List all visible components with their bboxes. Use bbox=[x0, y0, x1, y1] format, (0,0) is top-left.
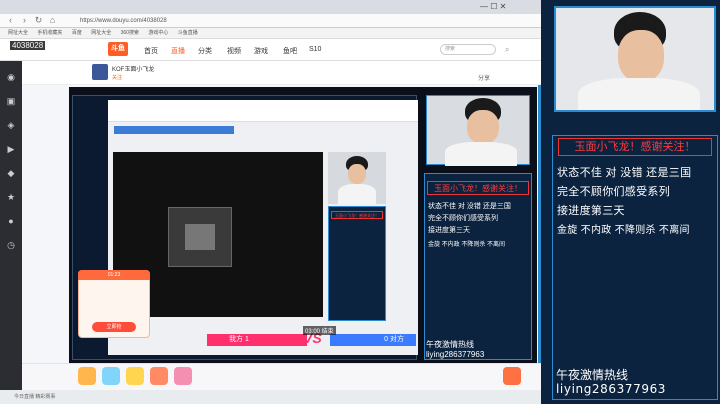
bookmark-item[interactable]: 网址大全 bbox=[91, 28, 111, 39]
share-button[interactable]: 分享 bbox=[478, 73, 490, 82]
overlay-chat-title: 玉面小飞龙！感谢关注！ bbox=[427, 181, 529, 195]
streamer-avatar[interactable] bbox=[92, 64, 108, 80]
gift-bar bbox=[22, 363, 541, 390]
overlay-chat-line: 接进度第三天 bbox=[428, 227, 470, 234]
hotline-label: 午夜激情热线 bbox=[556, 368, 629, 382]
bookmark-item[interactable]: 游戏中心 bbox=[148, 28, 168, 39]
left-sidebar: ◉ ▣ ◈ ▶ ◆ ★ ● ◷ bbox=[0, 61, 22, 394]
info-panel-title: 玉面小飞龙！感谢关注！ bbox=[558, 138, 712, 156]
nav-item-yuba[interactable]: 鱼吧 bbox=[283, 46, 297, 56]
search-input[interactable]: 搜索 bbox=[440, 44, 496, 55]
facecam-face bbox=[467, 110, 499, 144]
forward-icon[interactable]: › bbox=[20, 16, 29, 25]
overlay-hotline-id: liying286377963 bbox=[426, 350, 485, 359]
sidebar-fish-icon[interactable]: ◆ bbox=[3, 165, 19, 181]
room-id-label: 4038028 bbox=[10, 41, 46, 50]
gift-icon[interactable] bbox=[150, 367, 168, 385]
search-icon[interactable]: ⌕ bbox=[505, 45, 509, 55]
info-line: 状态不佳 对 没错 还是三国 bbox=[557, 167, 692, 179]
webcam-face bbox=[618, 30, 664, 82]
overlay-chat-line: 完全不顾你们感受系列 bbox=[428, 215, 498, 222]
window-controls[interactable]: — ☐ ✕ bbox=[480, 2, 506, 11]
main-webcam bbox=[554, 6, 716, 112]
info-line: 接进度第三天 bbox=[557, 205, 625, 217]
reload-icon[interactable]: ↻ bbox=[34, 16, 43, 25]
overlay-chat-line: 金旋 不内政 不降则杀 不离间 bbox=[428, 242, 506, 248]
captured-face bbox=[348, 164, 366, 184]
sidebar-user-icon[interactable]: ● bbox=[3, 213, 19, 229]
bookmark-item[interactable]: 360搜索 bbox=[121, 28, 139, 39]
nav-item-game[interactable]: 游戏 bbox=[254, 46, 268, 56]
bookmark-item[interactable]: 百度 bbox=[72, 28, 82, 39]
pk-timer: 03:00 结束 bbox=[303, 326, 336, 335]
captured-chat-title: 玉面小飞龙！感谢关注！ bbox=[331, 211, 383, 219]
pk-left-score: 我方 1 bbox=[207, 334, 307, 346]
hotline-id: liying286377963 bbox=[556, 382, 667, 396]
info-line: 完全不顾你们感受系列 bbox=[557, 186, 670, 198]
nav-item-s10[interactable]: S10 bbox=[309, 46, 321, 53]
overlay-hotline: 午夜激情热线 liying286377963 bbox=[426, 340, 484, 360]
popup-grab-button[interactable]: 立即抢 bbox=[92, 322, 136, 332]
nav-item-home[interactable]: 首页 bbox=[144, 46, 158, 56]
pk-right-score: 0 对方 bbox=[330, 334, 416, 346]
sidebar-live-icon[interactable]: ▣ bbox=[3, 93, 19, 109]
info-line: 金旋 不内政 不降则杀 不离间 bbox=[557, 225, 690, 236]
bookmark-item[interactable]: 手机收藏夹 bbox=[37, 28, 62, 39]
gift-icon[interactable] bbox=[78, 367, 96, 385]
captured-header bbox=[108, 100, 418, 122]
home-icon[interactable]: ⌂ bbox=[48, 16, 57, 25]
sidebar-video-icon[interactable]: ▶ bbox=[3, 141, 19, 157]
captured-game-image bbox=[185, 224, 215, 250]
captured-shirt bbox=[338, 184, 376, 204]
status-bar: 今日直播 精彩赛事 bbox=[0, 390, 541, 404]
nav-item-live[interactable]: 直播 bbox=[171, 46, 185, 56]
overlay-chat-line: 状态不佳 对 没错 还是三国 bbox=[428, 203, 511, 210]
url-field[interactable]: https://www.douyu.com/4038028 bbox=[80, 17, 480, 26]
nav-item-category[interactable]: 分类 bbox=[198, 46, 212, 56]
sidebar-history-icon[interactable]: ◷ bbox=[3, 237, 19, 253]
tab-bar[interactable]: — ☐ ✕ bbox=[0, 0, 541, 14]
webcam-shirt bbox=[578, 78, 700, 110]
bookmarks-bar: 网址大全 手机收藏夹 百度 网址大全 360搜索 游戏中心 斗鱼直播 bbox=[0, 28, 541, 39]
bookmark-item[interactable]: 网址大全 bbox=[8, 28, 28, 39]
sidebar-game-icon[interactable]: ◈ bbox=[3, 117, 19, 133]
gift-box-icon[interactable] bbox=[503, 367, 521, 385]
room-title: KOF玉面小飞龙 bbox=[112, 67, 155, 73]
captured-tagbar bbox=[114, 126, 234, 134]
gift-icon[interactable] bbox=[126, 367, 144, 385]
captured-chat-panel: 玉面小飞龙！感谢关注！ bbox=[328, 206, 386, 321]
popup-timer: 01:23 bbox=[78, 270, 150, 280]
nav-item-video[interactable]: 视频 bbox=[227, 46, 241, 56]
gift-icon[interactable] bbox=[174, 367, 192, 385]
facecam-shirt bbox=[445, 142, 517, 166]
bookmark-item[interactable]: 斗鱼直播 bbox=[178, 28, 198, 39]
sidebar-home-icon[interactable]: ◉ bbox=[3, 69, 19, 85]
captured-facecam bbox=[328, 152, 386, 204]
streamer-facecam bbox=[426, 95, 530, 166]
gift-icon[interactable] bbox=[102, 367, 120, 385]
back-icon[interactable]: ‹ bbox=[6, 16, 15, 25]
follow-tag[interactable]: 关注 bbox=[112, 74, 122, 81]
sidebar-star-icon[interactable]: ★ bbox=[3, 189, 19, 205]
douyu-logo[interactable]: 斗鱼 bbox=[108, 42, 128, 56]
overlay-hotline-label: 午夜激情热线 bbox=[426, 340, 474, 349]
